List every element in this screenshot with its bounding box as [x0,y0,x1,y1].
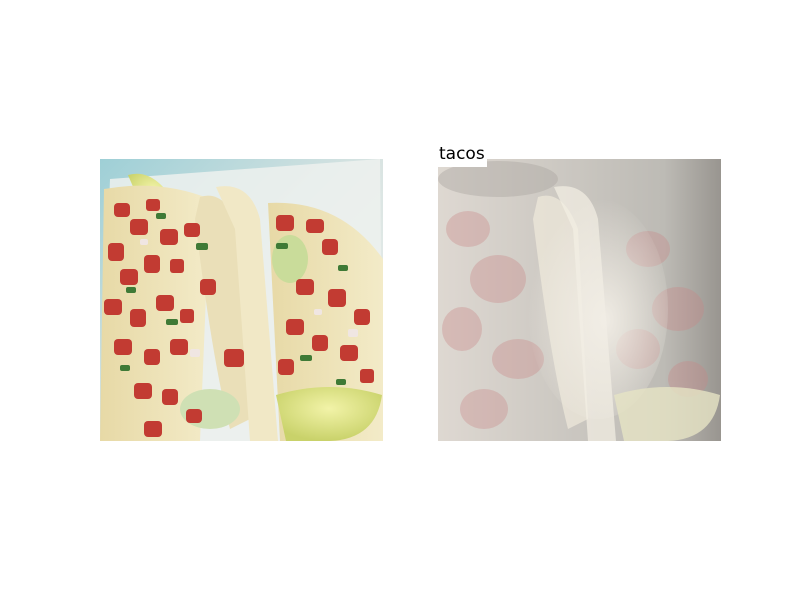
figure-canvas: tacos [0,0,800,600]
class-label: tacos [438,143,487,167]
taco-photo [100,159,383,441]
taco-overlay-image [438,159,721,441]
